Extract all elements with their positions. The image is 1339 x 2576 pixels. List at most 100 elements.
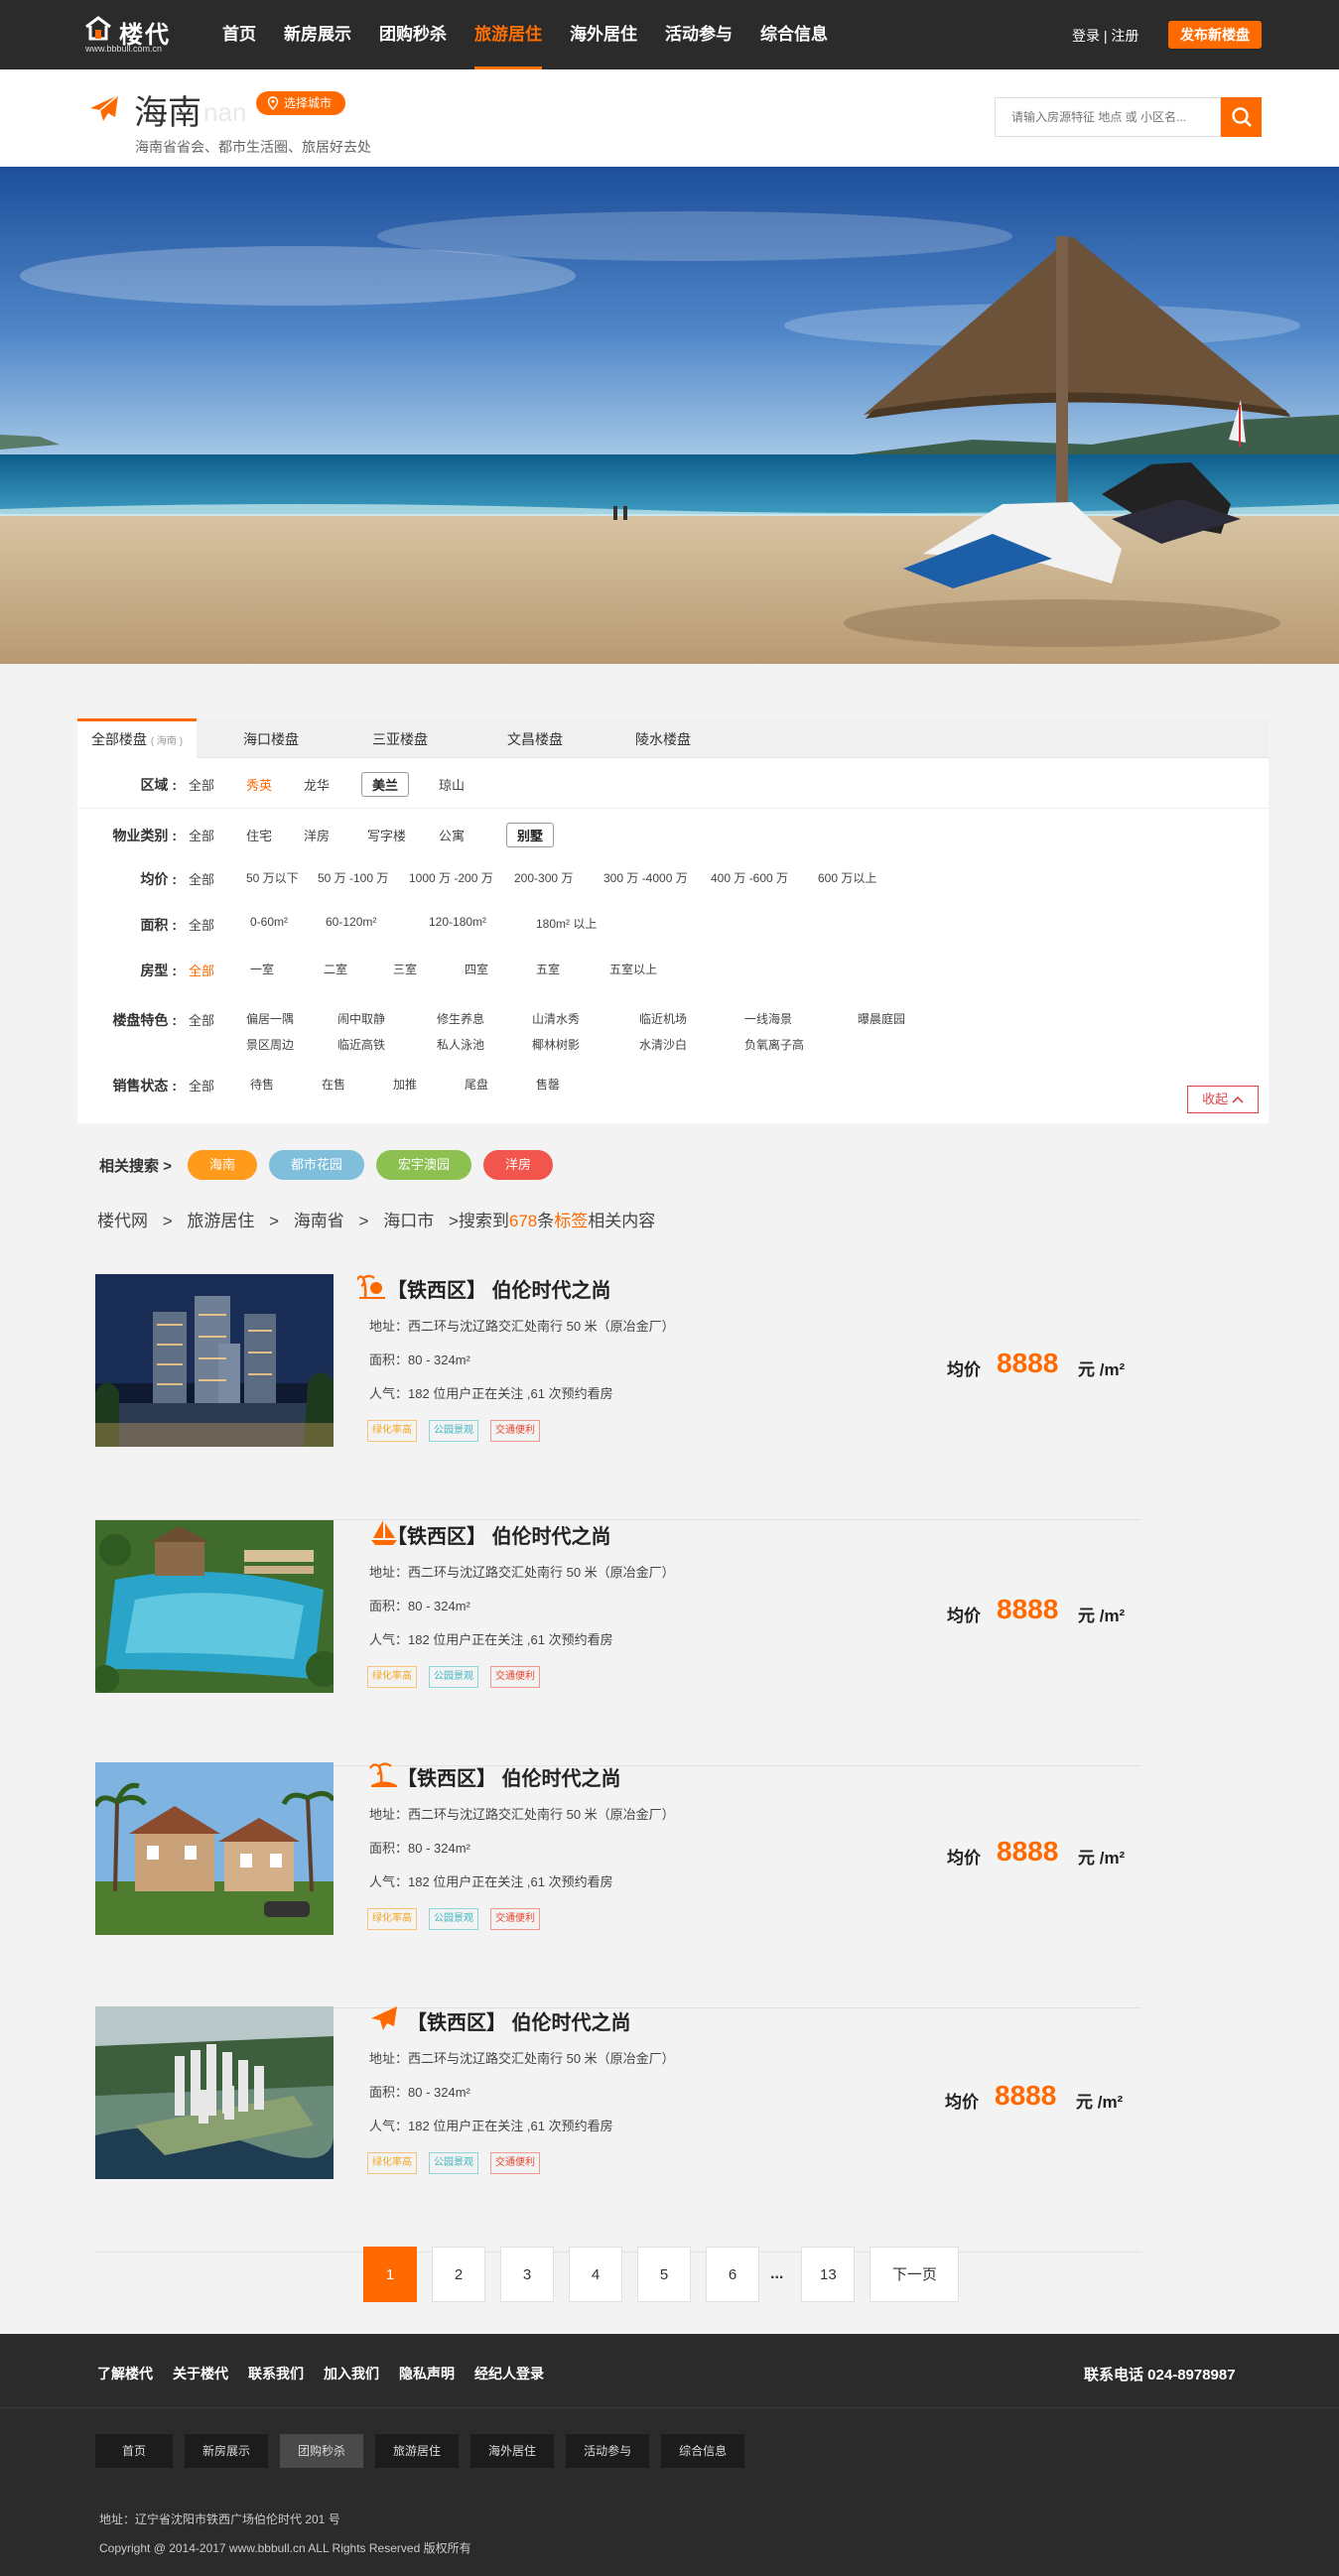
page-button[interactable]: 2 [432, 2247, 485, 2302]
listing-card[interactable]: 【铁西区】 伯伦时代之尚 地址：西二环与沈辽路交汇处南行 50 米（原冶金厂） … [95, 1762, 1141, 2008]
filter-option[interactable]: 全部 [189, 915, 214, 934]
filter-option[interactable]: 琼山 [439, 775, 465, 794]
breadcrumb-item[interactable]: 海口市 [383, 1212, 434, 1230]
footer-link[interactable]: 关于楼代 [173, 2364, 228, 2383]
page-button[interactable]: 5 [637, 2247, 691, 2302]
related-tag[interactable]: 洋房 [483, 1150, 554, 1180]
filter-option[interactable]: 临近高铁 [337, 1036, 385, 1053]
nav-item-activities[interactable]: 活动参与 [651, 0, 746, 69]
filter-option[interactable]: 全部 [189, 1010, 214, 1029]
filter-option[interactable]: 60-120m² [326, 915, 376, 929]
page-button[interactable]: 3 [500, 2247, 554, 2302]
footer-link[interactable]: 加入我们 [324, 2364, 379, 2383]
nav-item-travel-living[interactable]: 旅游居住 [461, 0, 556, 69]
page-button-last[interactable]: 13 [801, 2247, 856, 2302]
tab-haikou[interactable]: 海口楼盘 [226, 718, 316, 758]
filter-option[interactable]: 偏居一隅 [246, 1010, 294, 1027]
nav-item-info[interactable]: 综合信息 [746, 0, 842, 69]
choose-city-button[interactable]: 选择城市 [256, 91, 346, 115]
publish-listing-button[interactable]: 发布新楼盘 [1168, 21, 1262, 49]
filter-option[interactable]: 曝晨庭园 [858, 1010, 905, 1027]
register-link[interactable]: 注册 [1111, 28, 1138, 44]
breadcrumb-item[interactable]: 旅游居住 [187, 1212, 254, 1230]
listing-photo-villa[interactable] [95, 1762, 334, 1935]
nav-item-overseas[interactable]: 海外居住 [556, 0, 651, 69]
footer-nav-item[interactable]: 海外居住 [470, 2434, 555, 2468]
footer-nav-item[interactable]: 活动参与 [566, 2434, 650, 2468]
listing-card[interactable]: 【铁西区】 伯伦时代之尚 地址：西二环与沈辽路交汇处南行 50 米（原冶金厂） … [95, 1274, 1141, 1520]
breadcrumb-item[interactable]: 海南省 [294, 1212, 344, 1230]
filter-option[interactable]: 二室 [324, 961, 347, 977]
listing-card[interactable]: 【铁西区】 伯伦时代之尚 地址：西二环与沈辽路交汇处南行 50 米（原冶金厂） … [95, 2006, 1141, 2253]
filter-option[interactable]: 负氧离子高 [744, 1036, 804, 1053]
filter-option[interactable]: 私人泳池 [437, 1036, 484, 1053]
footer-link[interactable]: 了解楼代 [97, 2364, 153, 2383]
footer-nav-item-active[interactable]: 团购秒杀 [280, 2434, 364, 2468]
filter-option[interactable]: 在售 [322, 1076, 345, 1093]
listing-photo-aerial[interactable] [95, 2006, 334, 2179]
filter-option[interactable]: 尾盘 [465, 1076, 488, 1093]
filter-option[interactable]: 五室 [536, 961, 560, 977]
next-page-button[interactable]: 下一页 [870, 2247, 960, 2302]
footer-nav-item[interactable]: 新房展示 [185, 2434, 269, 2468]
footer-link[interactable]: 联系我们 [248, 2364, 304, 2383]
filter-option[interactable]: 待售 [250, 1076, 274, 1093]
filter-option[interactable]: 300 万 -4000 万 [603, 869, 688, 886]
footer-nav-item[interactable]: 旅游居住 [375, 2434, 460, 2468]
search-button[interactable] [1221, 97, 1262, 137]
filter-option[interactable]: 加推 [393, 1076, 417, 1093]
filter-option[interactable]: 全部 [189, 1076, 214, 1095]
filter-option[interactable]: 一室 [250, 961, 274, 977]
filter-option[interactable]: 山清水秀 [532, 1010, 580, 1027]
site-logo[interactable]: 楼代 www.bbbull.com.cn [83, 13, 193, 57]
filter-option[interactable]: 写字楼 [367, 826, 406, 844]
breadcrumb-item[interactable]: 楼代网 [97, 1212, 148, 1230]
filter-option[interactable]: 椰林树影 [532, 1036, 580, 1053]
filter-option[interactable]: 0-60m² [250, 915, 288, 929]
property-search-input[interactable] [995, 97, 1221, 137]
filter-option[interactable]: 闹中取静 [337, 1010, 385, 1027]
filter-option[interactable]: 全部 [189, 775, 214, 794]
listing-card[interactable]: 【铁西区】 伯伦时代之尚 地址：西二环与沈辽路交汇处南行 50 米（原冶金厂） … [95, 1520, 1141, 1766]
filter-option[interactable]: 50 万 -100 万 [318, 869, 388, 886]
filter-option[interactable]: 四室 [465, 961, 488, 977]
footer-link[interactable]: 隐私声明 [399, 2364, 455, 2383]
collapse-filter-button[interactable]: 收起 [1187, 1086, 1259, 1113]
nav-item-home[interactable]: 首页 [208, 0, 270, 69]
login-link[interactable]: 登录 [1072, 28, 1100, 44]
page-button-current[interactable]: 1 [363, 2247, 417, 2302]
filter-option[interactable]: 公寓 [439, 826, 465, 844]
listing-title[interactable]: 【铁西区】 伯伦时代之尚 [387, 1274, 611, 1303]
footer-nav-item[interactable]: 首页 [95, 2434, 173, 2468]
related-tag[interactable]: 宏宇澳园 [375, 1150, 471, 1180]
filter-option[interactable]: 一线海景 [744, 1010, 792, 1027]
filter-option[interactable]: 洋房 [304, 826, 330, 844]
page-button[interactable]: 4 [569, 2247, 622, 2302]
filter-option[interactable]: 50 万以下 [246, 869, 299, 886]
listing-title[interactable]: 【铁西区】 伯伦时代之尚 [407, 2006, 631, 2035]
filter-option[interactable]: 三室 [393, 961, 417, 977]
filter-option[interactable]: 龙华 [304, 775, 330, 794]
filter-option[interactable]: 全部 [189, 826, 214, 844]
filter-option[interactable]: 秀英 [246, 775, 272, 794]
tab-wenchang[interactable]: 文昌楼盘 [490, 718, 580, 758]
filter-option[interactable]: 全部 [189, 961, 214, 979]
related-tag[interactable]: 都市花园 [268, 1150, 364, 1180]
tab-all-properties[interactable]: 全部楼盘 ( 海南 ) [77, 718, 197, 759]
listing-title[interactable]: 【铁西区】 伯伦时代之尚 [387, 1520, 611, 1549]
filter-option[interactable]: 五室以上 [609, 961, 657, 977]
filter-option[interactable]: 临近机场 [639, 1010, 687, 1027]
filter-option[interactable]: 1000 万 -200 万 [409, 869, 493, 886]
filter-option[interactable]: 600 万以上 [818, 869, 876, 886]
filter-option[interactable]: 售罄 [536, 1076, 560, 1093]
filter-option[interactable]: 水清沙白 [639, 1036, 687, 1053]
footer-nav-item[interactable]: 综合信息 [661, 2434, 745, 2468]
tab-lingshui[interactable]: 陵水楼盘 [618, 718, 708, 758]
filter-option-selected[interactable]: 别墅 [506, 823, 555, 847]
nav-item-new-homes[interactable]: 新房展示 [270, 0, 365, 69]
listing-photo-pool[interactable] [95, 1520, 334, 1693]
tab-sanya[interactable]: 三亚楼盘 [355, 718, 445, 758]
listing-photo-towers[interactable] [95, 1274, 334, 1447]
filter-option[interactable]: 400 万 -600 万 [711, 869, 788, 886]
footer-link[interactable]: 经纪人登录 [474, 2364, 544, 2383]
